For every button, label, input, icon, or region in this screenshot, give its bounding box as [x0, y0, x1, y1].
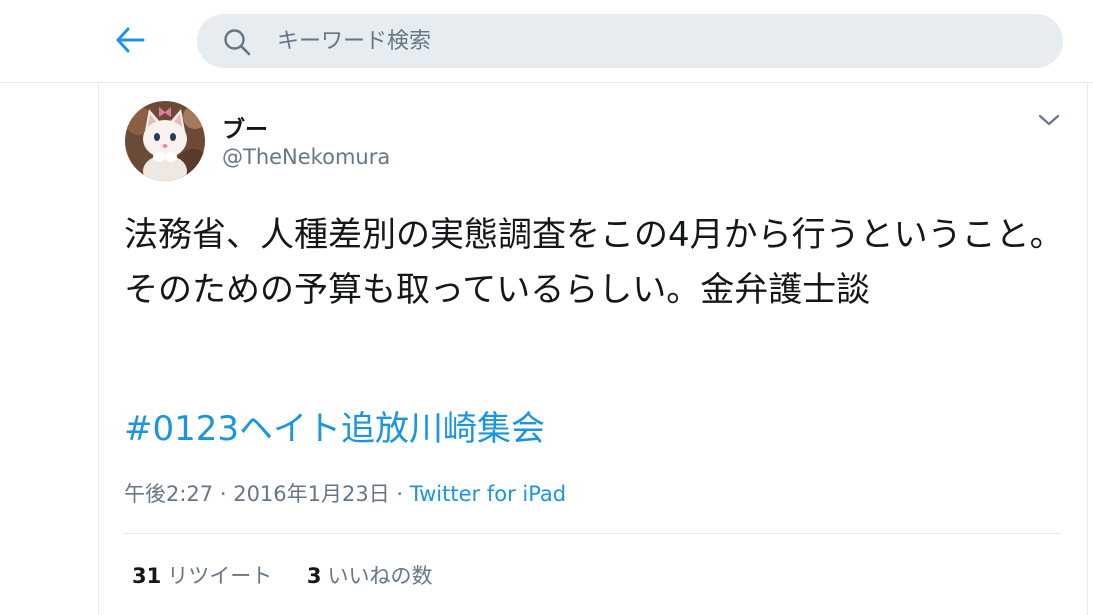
top-bar: [0, 0, 1093, 83]
likes-label: いいねの数: [327, 564, 433, 588]
tweet-meta: 午後2:27 · 2016年1月23日 · Twitter for iPad: [124, 478, 566, 508]
retweets-count: 31: [132, 564, 162, 588]
hashtag-link[interactable]: #0123ヘイト追放川崎集会: [124, 402, 545, 457]
tweet-time[interactable]: 午後2:27: [124, 482, 213, 506]
back-button[interactable]: [108, 20, 152, 64]
page: ブー @TheNekomura 法務省、人種差別の実態調査をこの4月から行うとい…: [0, 0, 1093, 615]
search-box[interactable]: [197, 14, 1063, 68]
display-name[interactable]: ブー: [222, 110, 268, 144]
meta-separator: ·: [389, 482, 410, 506]
chevron-down-icon: [1038, 112, 1060, 131]
meta-separator: ·: [213, 482, 234, 506]
search-icon: [223, 28, 251, 56]
arrow-left-icon: [115, 27, 145, 57]
user-handle[interactable]: @TheNekomura: [222, 145, 390, 169]
tweet-source-link[interactable]: Twitter for iPad: [410, 482, 566, 506]
tweet-options-button[interactable]: [1034, 106, 1064, 136]
tweet-stats: 31 リツイート 3 いいねの数: [132, 560, 461, 590]
likes-stat[interactable]: 3 いいねの数: [307, 560, 433, 590]
retweets-stat[interactable]: 31 リツイート: [132, 560, 272, 590]
avatar[interactable]: [125, 101, 205, 181]
retweets-label: リツイート: [167, 564, 273, 588]
tweet-text: 法務省、人種差別の実態調査をこの4月から行うということ。そのための予算も取ってい…: [124, 215, 1064, 310]
search-input[interactable]: [277, 14, 1037, 68]
divider: [124, 533, 1061, 534]
tweet-date[interactable]: 2016年1月23日: [233, 482, 390, 506]
likes-count: 3: [306, 564, 322, 588]
